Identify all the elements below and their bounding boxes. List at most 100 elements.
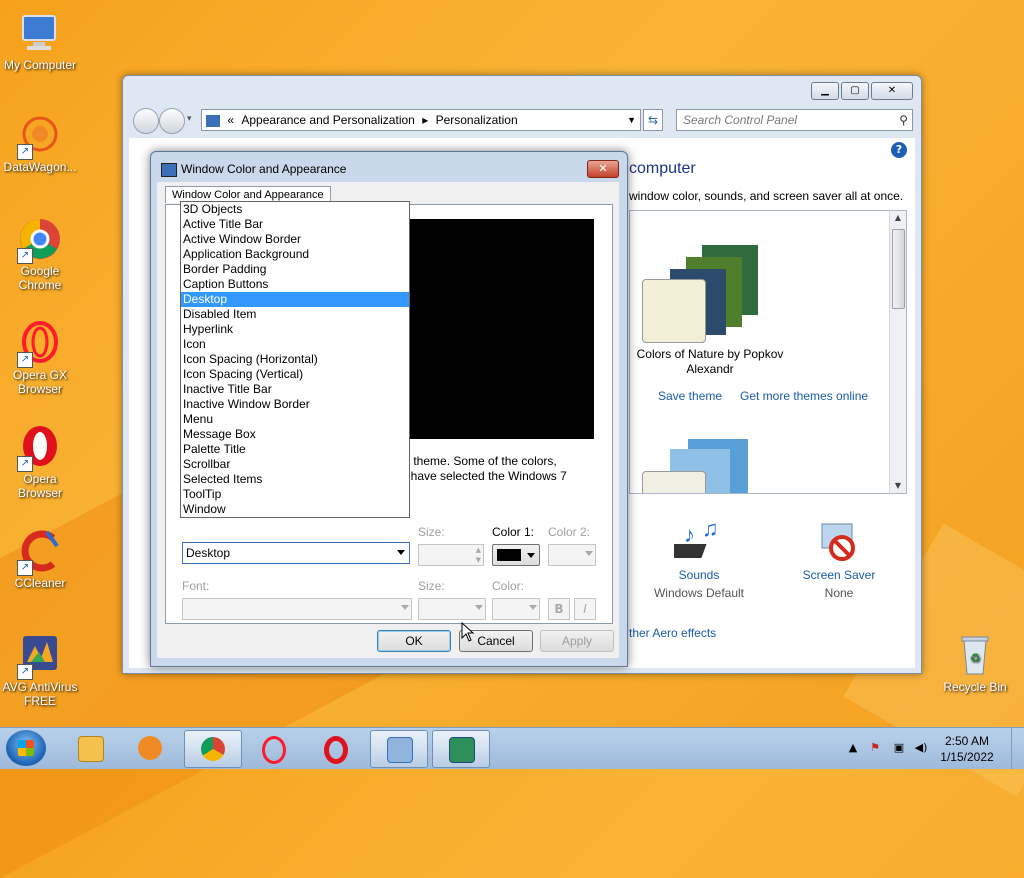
- start-button[interactable]: [6, 730, 46, 766]
- item-dropdown-list[interactable]: 3D Objects Active Title Bar Active Window …: [180, 201, 410, 518]
- color2-label: Color 2:: [548, 525, 591, 539]
- desktop-icon-datawagon[interactable]: ↗ DataWagon...: [0, 112, 80, 174]
- dropdown-option[interactable]: Icon Spacing (Horizontal): [181, 352, 409, 367]
- sounds-label[interactable]: Sounds: [649, 568, 749, 582]
- aero-effects-link[interactable]: ther Aero effects: [629, 626, 716, 640]
- screen-saver-label[interactable]: Screen Saver: [789, 568, 889, 582]
- ccleaner-icon: ↗: [17, 528, 63, 576]
- dropdown-option[interactable]: Selected Items: [181, 472, 409, 487]
- desktop-icon-avg[interactable]: ↗ AVG AntiVirus FREE: [0, 632, 80, 708]
- address-row: ▾ « Appearance and Personalization ▸ Per…: [131, 108, 913, 134]
- scroll-down-icon[interactable]: ▼: [890, 479, 906, 493]
- theme-preview-2[interactable]: [642, 437, 762, 493]
- minimize-button[interactable]: ▁: [811, 82, 839, 100]
- desktop-icon-ccleaner[interactable]: ↗ CCleaner: [0, 528, 80, 590]
- font-color-picker[interactable]: [492, 598, 540, 620]
- dropdown-option[interactable]: Window: [181, 502, 409, 517]
- taskbar-display-settings[interactable]: [432, 730, 490, 768]
- desktop-icon-opera[interactable]: ↗ Opera Browser: [0, 424, 80, 500]
- scroll-up-icon[interactable]: ▲: [890, 211, 906, 225]
- forward-button[interactable]: [159, 108, 185, 134]
- dropdown-option[interactable]: 3D Objects: [181, 202, 409, 217]
- breadcrumb-personalization[interactable]: Personalization: [436, 113, 518, 127]
- address-dropdown-icon[interactable]: ▼: [627, 110, 636, 130]
- bold-button[interactable]: B: [548, 598, 570, 620]
- maximize-button[interactable]: ▢: [841, 82, 869, 100]
- font-size-select[interactable]: [418, 598, 486, 620]
- italic-button[interactable]: I: [574, 598, 596, 620]
- desktop-icon-recycle-bin[interactable]: ♻ Recycle Bin: [935, 632, 1015, 694]
- breadcrumb-appearance[interactable]: Appearance and Personalization: [241, 113, 414, 127]
- action-center-icon[interactable]: ⚑: [868, 741, 882, 755]
- dropdown-option[interactable]: Hyperlink: [181, 322, 409, 337]
- volume-icon[interactable]: ◀): [914, 741, 928, 755]
- dropdown-option[interactable]: Border Padding: [181, 262, 409, 277]
- dropdown-option[interactable]: Desktop: [181, 292, 409, 307]
- dropdown-option[interactable]: Icon Spacing (Vertical): [181, 367, 409, 382]
- dropdown-option[interactable]: Active Title Bar: [181, 217, 409, 232]
- taskbar-opera-gx[interactable]: [246, 730, 302, 766]
- dropdown-option[interactable]: Caption Buttons: [181, 277, 409, 292]
- recycle-bin-icon: ♻: [952, 632, 998, 678]
- close-button[interactable]: ✕: [871, 82, 913, 100]
- opera-icon: [324, 736, 348, 764]
- sounds-item[interactable]: ♪ ♫ Sounds Windows Default: [649, 516, 749, 600]
- taskbar-chrome[interactable]: [184, 730, 242, 768]
- screen-saver-icon: [814, 518, 864, 568]
- font-select[interactable]: [182, 598, 412, 620]
- show-hidden-icons[interactable]: ▲: [846, 741, 860, 755]
- chevron-down-icon: [401, 605, 409, 610]
- save-theme-link[interactable]: Save theme: [658, 389, 722, 403]
- refresh-icon[interactable]: ⇆: [643, 109, 663, 131]
- shortcut-arrow-icon: ↗: [17, 456, 33, 472]
- spinner-arrows-icon: ▲ ▼: [475, 546, 481, 564]
- size-spinner[interactable]: ▲ ▼: [418, 544, 484, 566]
- taskbar-opera[interactable]: [308, 730, 364, 766]
- dropdown-option[interactable]: Message Box: [181, 427, 409, 442]
- help-icon[interactable]: ?: [891, 142, 907, 158]
- dropdown-option[interactable]: Inactive Window Border: [181, 397, 409, 412]
- network-icon[interactable]: ▣: [892, 741, 906, 755]
- dropdown-option[interactable]: Scrollbar: [181, 457, 409, 472]
- item-select[interactable]: Desktop: [182, 542, 410, 564]
- theme-preview-colors-of-nature[interactable]: [642, 245, 762, 345]
- search-input[interactable]: Search Control Panel ⚲: [676, 109, 913, 131]
- opera-icon: ↗: [17, 424, 63, 472]
- themes-list[interactable]: Colors of Nature by Popkov Alexandr Save…: [629, 210, 907, 494]
- clock-time: 2:50 AM: [944, 734, 990, 748]
- color1-picker[interactable]: [492, 544, 540, 566]
- ok-button[interactable]: OK: [377, 630, 451, 652]
- system-clock[interactable]: 2:50 AM 1/15/2022: [932, 733, 1002, 765]
- address-bar[interactable]: « Appearance and Personalization ▸ Perso…: [201, 109, 641, 131]
- color2-picker[interactable]: [548, 544, 596, 566]
- back-button[interactable]: [133, 108, 159, 134]
- desktop-icon-opera-gx[interactable]: ↗ Opera GX Browser: [0, 320, 80, 396]
- shortcut-arrow-icon: ↗: [17, 352, 33, 368]
- apply-button[interactable]: Apply: [540, 630, 614, 652]
- scroll-thumb[interactable]: [892, 229, 905, 309]
- taskbar-media-player[interactable]: [122, 730, 178, 766]
- dropdown-option[interactable]: ToolTip: [181, 487, 409, 502]
- screen-saver-item[interactable]: Screen Saver None: [789, 518, 889, 600]
- desktop-icon-my-computer[interactable]: My Computer: [0, 10, 80, 72]
- breadcrumb-back[interactable]: «: [227, 113, 234, 127]
- avg-icon: ↗: [17, 632, 63, 680]
- dropdown-option[interactable]: Palette Title: [181, 442, 409, 457]
- desktop-icon-chrome[interactable]: ↗ Google Chrome: [0, 216, 80, 292]
- taskbar-control-panel[interactable]: [370, 730, 428, 768]
- recent-pages-icon[interactable]: ▾: [187, 114, 192, 124]
- svg-text:♪: ♪: [684, 522, 695, 547]
- dropdown-option[interactable]: Disabled Item: [181, 307, 409, 322]
- dropdown-option[interactable]: Menu: [181, 412, 409, 427]
- taskbar-file-explorer[interactable]: [62, 730, 118, 766]
- dropdown-option[interactable]: Active Window Border: [181, 232, 409, 247]
- dropdown-option[interactable]: Icon: [181, 337, 409, 352]
- get-more-themes-link[interactable]: Get more themes online: [740, 389, 868, 403]
- themes-scrollbar[interactable]: ▲ ▼: [889, 211, 906, 493]
- dialog-close-button[interactable]: ✕: [587, 160, 619, 178]
- description-line-2: ou have selected the Windows 7: [394, 469, 567, 483]
- dropdown-option[interactable]: Inactive Title Bar: [181, 382, 409, 397]
- show-desktop-button[interactable]: [1011, 728, 1024, 769]
- search-icon[interactable]: ⚲: [899, 110, 908, 130]
- dropdown-option[interactable]: Application Background: [181, 247, 409, 262]
